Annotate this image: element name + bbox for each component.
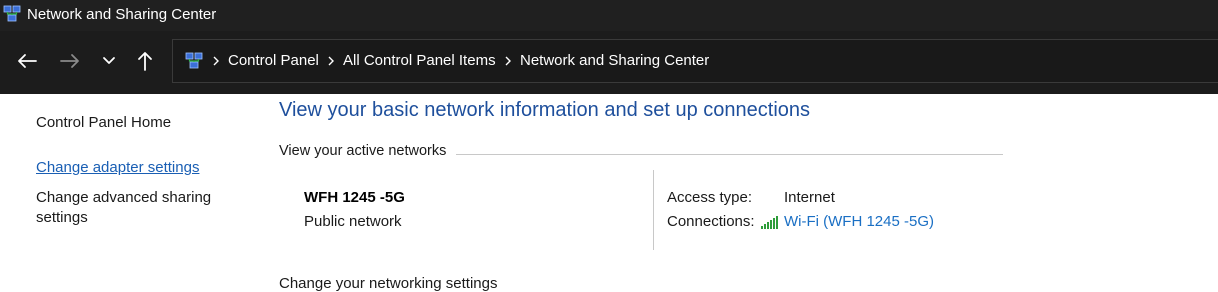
forward-arrow-icon	[60, 54, 79, 68]
section-divider	[456, 154, 1003, 155]
address-bar[interactable]: Control Panel All Control Panel Items Ne…	[172, 39, 1218, 83]
network-category: Public network	[304, 213, 402, 230]
control-panel-home-link[interactable]: Control Panel Home	[36, 113, 171, 133]
chevron-right-icon[interactable]	[326, 54, 336, 68]
breadcrumb-all-items[interactable]: All Control Panel Items	[343, 52, 496, 69]
breadcrumb-control-panel[interactable]: Control Panel	[228, 52, 319, 69]
navigation-bar: Control Panel All Control Panel Items Ne…	[0, 31, 1218, 94]
connections-label: Connections:	[667, 213, 755, 230]
chevron-down-icon	[103, 57, 115, 64]
breadcrumb-network-sharing[interactable]: Network and Sharing Center	[520, 52, 709, 69]
change-adapter-settings-link[interactable]: Change adapter settings	[36, 158, 199, 178]
window-title: Network and Sharing Center	[27, 6, 217, 23]
forward-button[interactable]	[58, 49, 82, 73]
recent-locations-button[interactable]	[97, 49, 121, 73]
title-bar: Network and Sharing Center	[0, 0, 1218, 31]
network-sharing-icon	[3, 5, 21, 22]
chevron-right-icon[interactable]	[211, 54, 221, 68]
control-panel-icon	[185, 52, 203, 69]
back-button[interactable]	[15, 49, 39, 73]
network-name: WFH 1245 -5G	[304, 189, 405, 206]
page-title: View your basic network information and …	[279, 99, 811, 121]
up-arrow-icon	[138, 52, 152, 71]
wifi-signal-icon	[761, 216, 778, 229]
wifi-connection-link[interactable]: Wi-Fi (WFH 1245 -5G)	[784, 213, 934, 230]
change-advanced-sharing-link[interactable]: Change advanced sharing settings	[36, 188, 211, 228]
back-arrow-icon	[18, 54, 37, 68]
advanced-sharing-label-line1: Change advanced sharing	[36, 189, 212, 206]
active-networks-heading: View your active networks	[279, 143, 447, 159]
up-button[interactable]	[133, 49, 157, 73]
access-type-value: Internet	[784, 189, 835, 206]
advanced-sharing-label-line2: settings	[36, 209, 88, 226]
chevron-right-icon[interactable]	[503, 54, 513, 68]
change-settings-heading: Change your networking settings	[279, 275, 498, 292]
vertical-divider	[653, 170, 654, 250]
access-type-label: Access type:	[667, 189, 753, 206]
